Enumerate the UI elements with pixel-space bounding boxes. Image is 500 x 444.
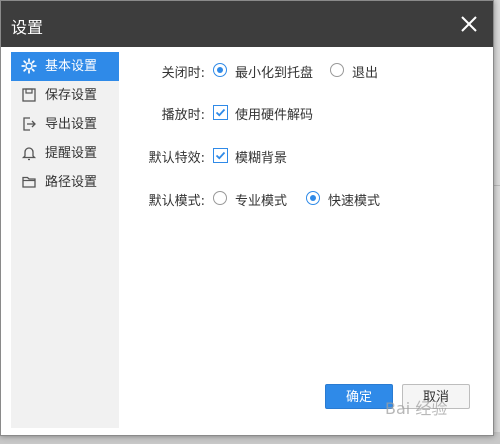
save-icon: [21, 87, 37, 103]
checkbox-label: 使用硬件解码: [235, 108, 314, 123]
export-icon: [21, 116, 37, 132]
settings-sidebar: 基本设置 保存设置 导出设置 提醒设置 路径设置: [11, 52, 119, 428]
default-effect-label: 默认特效:: [148, 151, 205, 166]
radio-indicator: [213, 63, 227, 77]
sidebar-item-label: 导出设置: [45, 117, 98, 132]
default-mode-label: 默认模式:: [148, 194, 205, 209]
default-effect-row: 默认特效: 模糊背景: [119, 145, 493, 166]
playback-row: 播放时: 使用硬件解码: [119, 102, 493, 123]
sidebar-item-label: 提醒设置: [45, 146, 98, 161]
check-icon: [215, 108, 226, 117]
radio-indicator: [213, 191, 227, 205]
settings-dialog: 设置 基本设置 保存设置 导出设置 提醒设置 路径设置 关闭时: 最小化到托盘 …: [0, 0, 494, 436]
checkbox-label: 模糊背景: [235, 151, 288, 166]
sidebar-item-label: 保存设置: [45, 88, 98, 103]
radio-label: 专业模式: [235, 194, 288, 209]
close-action-row: 关闭时: 最小化到托盘 退出: [119, 60, 493, 81]
close-icon: [461, 16, 477, 32]
dialog-titlebar[interactable]: 设置: [1, 1, 493, 47]
ok-button[interactable]: 确定: [325, 384, 393, 409]
radio-label: 退出: [352, 66, 379, 81]
gear-icon: [21, 58, 37, 74]
sidebar-item-path-settings[interactable]: 路径设置: [11, 168, 119, 197]
radio-label: 快速模式: [328, 194, 381, 209]
close-button[interactable]: [455, 10, 483, 38]
watermark: Bai 经验: [385, 399, 448, 418]
radio-label: 最小化到托盘: [235, 66, 314, 81]
sidebar-item-basic-settings[interactable]: 基本设置: [11, 52, 119, 81]
checkbox-indicator: [213, 105, 228, 120]
sidebar-item-save-settings[interactable]: 保存设置: [11, 81, 119, 110]
settings-content: 关闭时: 最小化到托盘 退出 播放时: 使用硬件解码 默认特效: 模糊背景 默认…: [119, 47, 493, 435]
close-action-label: 关闭时:: [161, 66, 205, 81]
checkbox-indicator: [213, 148, 228, 163]
sidebar-item-label: 基本设置: [45, 59, 98, 74]
sidebar-item-label: 路径设置: [45, 175, 98, 190]
folder-icon: [21, 174, 37, 190]
bell-icon: [21, 145, 37, 161]
sidebar-item-reminder-settings[interactable]: 提醒设置: [11, 139, 119, 168]
check-icon: [215, 151, 226, 160]
sidebar-item-export-settings[interactable]: 导出设置: [11, 110, 119, 139]
playback-label: 播放时:: [161, 108, 205, 123]
radio-indicator: [330, 63, 344, 77]
radio-indicator: [306, 191, 320, 205]
default-mode-row: 默认模式: 专业模式 快速模式: [119, 188, 493, 209]
dialog-title: 设置: [11, 18, 44, 37]
